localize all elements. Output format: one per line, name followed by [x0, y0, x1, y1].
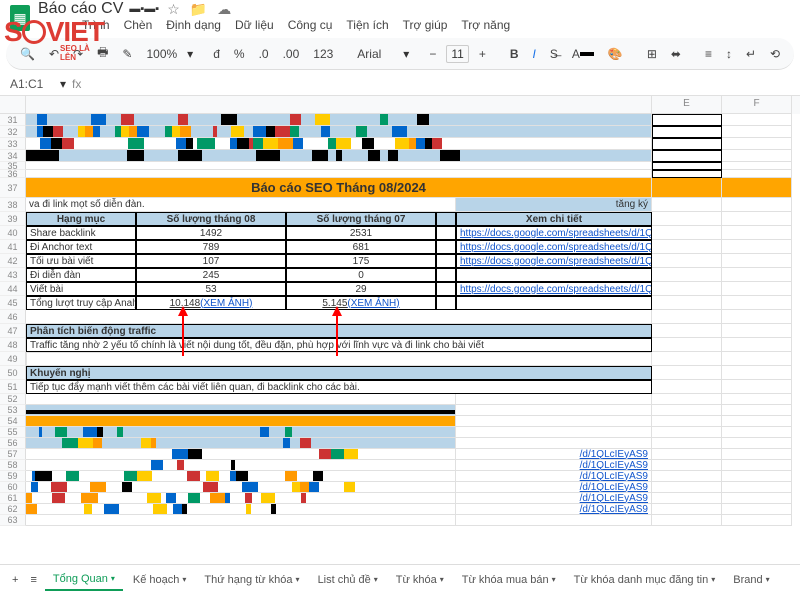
spreadsheet-grid[interactable]: EF31323334353637Báo cáo SEO Tháng 08/202…: [0, 96, 800, 560]
text-color-icon[interactable]: A: [568, 45, 598, 63]
star-icon[interactable]: ☆: [167, 1, 180, 18]
dec-size-icon[interactable]: −: [425, 45, 440, 63]
menu-item[interactable]: Định dạng: [166, 18, 221, 32]
sheet-tab[interactable]: Kế hoạch ▾: [125, 569, 195, 591]
menu-item[interactable]: Trợ năng: [461, 18, 510, 32]
menu-item[interactable]: Chèn: [124, 18, 153, 32]
sheet-tab[interactable]: Từ khóa mua bán ▾: [454, 569, 564, 591]
metric-aug: 1492: [136, 226, 286, 240]
merge-icon[interactable]: ⬌: [667, 45, 685, 63]
cell-reference[interactable]: A1:C1: [10, 77, 60, 91]
metric-name: Tối ưu bài viết: [26, 254, 136, 268]
section-text: [26, 352, 652, 366]
sheet-tabs: + ≡ Tổng Quan ▾Kế hoạch ▾Thứ hạng từ khó…: [0, 564, 800, 594]
metric-name: Share backlink: [26, 226, 136, 240]
halign-icon[interactable]: ≡: [701, 45, 716, 63]
metric-name: Đi Anchor text: [26, 240, 136, 254]
font-select[interactable]: Arial: [353, 45, 397, 63]
format-icon[interactable]: 123: [309, 45, 337, 63]
font-size-input[interactable]: 11: [446, 45, 468, 63]
strike-icon[interactable]: S̶: [546, 45, 562, 63]
wrap-icon[interactable]: ↵: [742, 45, 760, 63]
sheet-tab[interactable]: Từ khóa danh mục đăng tin ▾: [566, 569, 724, 591]
detail-link[interactable]: https://docs.google.com/spreadsheets/d/1…: [460, 284, 652, 295]
percent-icon[interactable]: %: [230, 45, 249, 63]
menu-bar: Trình Chèn Định dạng Dữ liệu Công cụ Tiện ích…: [38, 18, 554, 36]
metric-aug: 245: [136, 268, 286, 282]
view-image-link[interactable]: (XEM ẢNH): [200, 298, 252, 309]
detail-link[interactable]: https://docs.google.com/spreadsheets/d/1…: [460, 256, 652, 267]
undo-icon[interactable]: ↶: [45, 45, 63, 63]
sheet-tab[interactable]: Brand ▾: [725, 569, 777, 591]
metric-jul: 2531: [286, 226, 436, 240]
section-header: Phân tích biến động traffic: [26, 324, 652, 338]
metric-jul: 0: [286, 268, 436, 282]
detail-link[interactable]: https://docs.google.com/spreadsheets/d/1…: [460, 228, 652, 239]
currency-icon[interactable]: đ: [209, 45, 224, 63]
detail-link[interactable]: https://docs.google.com/spreadsheets/d/1…: [460, 242, 652, 253]
valign-icon[interactable]: ↕: [722, 45, 736, 63]
move-icon[interactable]: 📁: [190, 1, 207, 18]
italic-icon[interactable]: I: [529, 45, 540, 63]
section-header: Khuyến nghị: [26, 366, 652, 380]
detail-link[interactable]: /d/1QLcIEyAS9: [580, 460, 648, 471]
detail-link[interactable]: /d/1QLcIEyAS9: [580, 449, 648, 460]
formula-bar: A1:C1▾ fx: [0, 72, 800, 96]
inc-size-icon[interactable]: +: [475, 45, 490, 63]
dec-decimal-icon[interactable]: .0: [255, 45, 273, 63]
metric-name: Đi diễn đàn: [26, 268, 136, 282]
fill-color-icon[interactable]: 🎨: [604, 45, 627, 63]
sheet-tab[interactable]: Tổng Quan ▾: [45, 569, 123, 591]
detail-link[interactable]: /d/1QLcIEyAS9: [580, 471, 648, 482]
bold-icon[interactable]: B: [506, 45, 523, 63]
redo-icon[interactable]: ↷: [69, 45, 87, 63]
metric-aug: 53: [136, 282, 286, 296]
toolbar: 🔍 ↶ ↷ 🖶 ✎ 100%▾ đ % .0 .00 123 Arial▾ − …: [6, 38, 794, 70]
add-sheet-icon[interactable]: +: [8, 572, 22, 588]
borders-icon[interactable]: ⊞: [643, 45, 661, 63]
rotate-icon[interactable]: ⟲: [766, 45, 784, 63]
menu-item[interactable]: Trợ giúp: [403, 18, 448, 32]
view-image-link[interactable]: (XEM ẢNH): [347, 298, 399, 309]
doc-title[interactable]: Báo cáo CV: [38, 0, 123, 18]
paint-icon[interactable]: ✎: [118, 45, 136, 63]
sheets-icon[interactable]: ▦: [10, 5, 30, 31]
metric-aug: 789: [136, 240, 286, 254]
fx-icon: fx: [72, 77, 81, 91]
metric-jul: 175: [286, 254, 436, 268]
sheet-tab[interactable]: List chủ đề ▾: [310, 569, 386, 591]
header-bar: ▦ Báo cáo CV ▬▪▬▪ ☆ 📁 ☁ TrìnhChènĐịnh dạ…: [0, 0, 800, 36]
menu-item[interactable]: Công cụ: [288, 18, 333, 32]
detail-link[interactable]: /d/1QLcIEyAS9: [580, 493, 648, 504]
print-icon[interactable]: 🖶: [93, 41, 112, 66]
detail-link[interactable]: /d/1QLcIEyAS9: [580, 504, 648, 515]
section-text: Traffic tăng nhờ 2 yếu tố chính là viết …: [26, 338, 652, 352]
menu-item[interactable]: Dữ liệu: [235, 18, 274, 32]
all-sheets-icon[interactable]: ≡: [26, 572, 40, 588]
menu-item[interactable]: Tiện ích: [346, 18, 388, 32]
inc-decimal-icon[interactable]: .00: [279, 45, 304, 63]
sheet-tab[interactable]: Từ khóa ▾: [388, 569, 452, 591]
metric-jul: 29: [286, 282, 436, 296]
section-text: Tiếp tục đẩy mạnh viết thêm các bài viết…: [26, 380, 652, 394]
cloud-icon[interactable]: ☁: [217, 1, 231, 18]
detail-link[interactable]: /d/1QLcIEyAS9: [580, 482, 648, 493]
menu-item[interactable]: Trình: [82, 18, 110, 32]
sheet-tab[interactable]: Thứ hạng từ khóa ▾: [196, 569, 307, 591]
search-icon[interactable]: 🔍: [16, 45, 39, 63]
metric-name: Viết bài: [26, 282, 136, 296]
report-title: Báo cáo SEO Tháng 08/2024: [26, 178, 652, 198]
metric-jul: 681: [286, 240, 436, 254]
zoom-select[interactable]: 100%: [142, 45, 181, 63]
metric-aug: 107: [136, 254, 286, 268]
